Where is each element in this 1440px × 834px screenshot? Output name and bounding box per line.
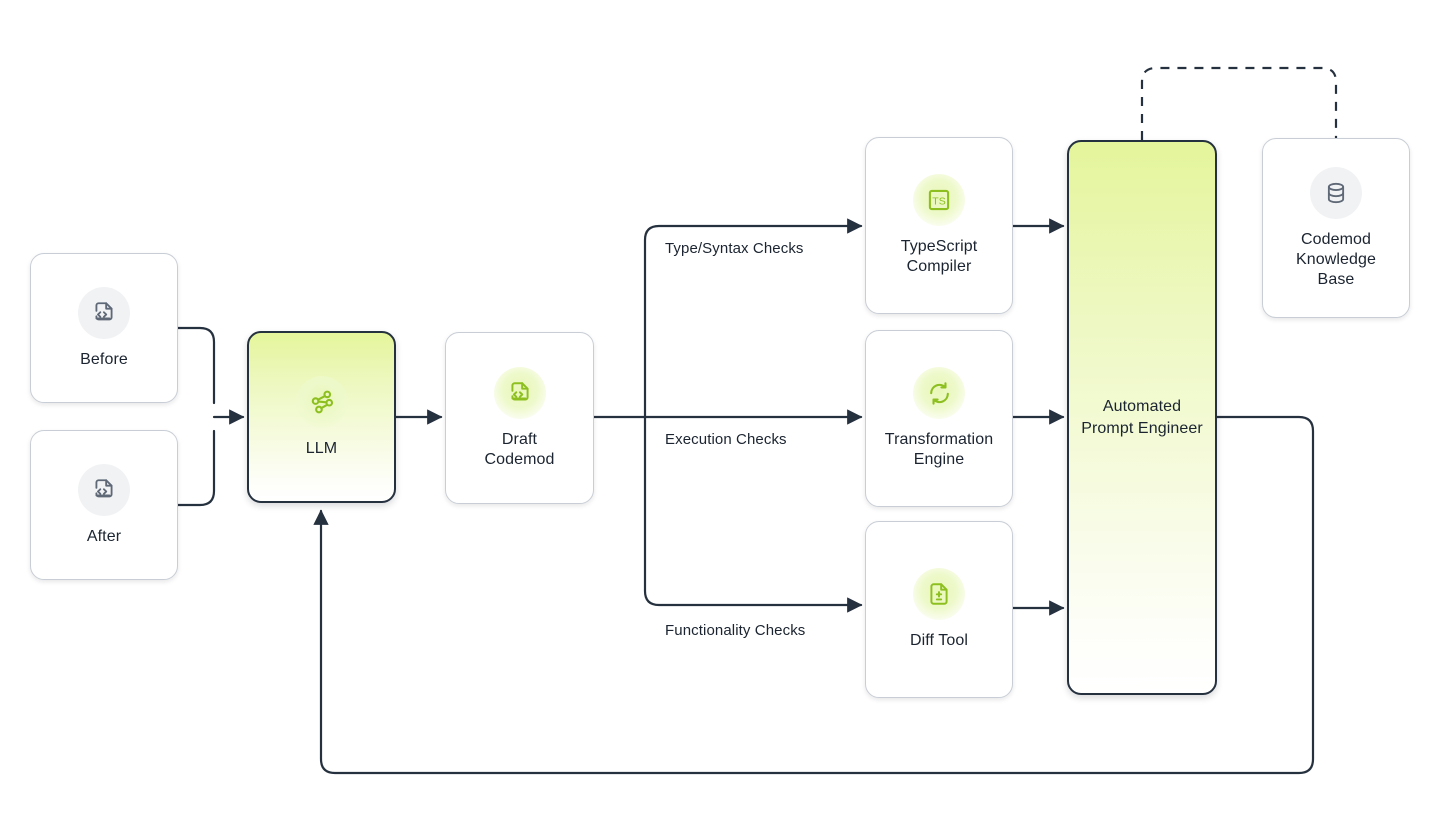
edge-before-to-llm xyxy=(176,326,216,405)
code-file-icon xyxy=(78,286,130,339)
node-label: Transformation Engine xyxy=(884,431,994,468)
diagram-canvas: Before After LLM Draft Codemod TS TypeSc… xyxy=(0,0,1440,834)
node-label: Draft Codemod xyxy=(484,430,555,468)
node-label: Diff Tool xyxy=(909,632,969,649)
edge-ape-to-kb-dashed xyxy=(1140,66,1338,140)
node-draft-codemod[interactable]: Draft Codemod xyxy=(445,332,594,504)
refresh-sync-icon xyxy=(913,367,965,419)
node-label: TypeScript Compiler xyxy=(900,238,978,275)
node-automated-prompt-engineer[interactable]: Automated Prompt Engineer xyxy=(1067,140,1217,695)
node-label: LLM xyxy=(305,439,338,457)
edge-label-execution-checks: Execution Checks xyxy=(665,431,787,448)
svg-text:TS: TS xyxy=(932,196,945,208)
edge-label-functionality-checks: Functionality Checks xyxy=(665,622,806,639)
diff-file-icon xyxy=(913,568,965,620)
connector-layer xyxy=(176,66,1338,775)
typescript-icon: TS xyxy=(913,174,965,226)
node-llm[interactable]: LLM xyxy=(247,331,396,503)
node-after[interactable]: After xyxy=(30,430,178,580)
node-label: Automated Prompt Engineer xyxy=(1081,397,1203,437)
code-file-icon xyxy=(78,463,130,516)
node-label: Codemod Knowledge Base xyxy=(1295,230,1377,288)
node-diff-tool[interactable]: Diff Tool xyxy=(865,521,1013,698)
database-icon xyxy=(1310,166,1362,219)
node-before[interactable]: Before xyxy=(30,253,178,403)
node-label: After xyxy=(86,527,122,545)
edge-after-to-llm xyxy=(176,429,216,507)
network-share-icon xyxy=(295,375,348,428)
node-transformation-engine[interactable]: Transformation Engine xyxy=(865,330,1013,507)
node-typescript-compiler[interactable]: TS TypeScript Compiler xyxy=(865,137,1013,314)
code-file-icon xyxy=(493,366,546,419)
node-codemod-knowledge-base[interactable]: Codemod Knowledge Base xyxy=(1262,138,1410,318)
node-label: Before xyxy=(80,350,128,368)
edge-label-type-syntax-checks: Type/Syntax Checks xyxy=(665,240,804,257)
